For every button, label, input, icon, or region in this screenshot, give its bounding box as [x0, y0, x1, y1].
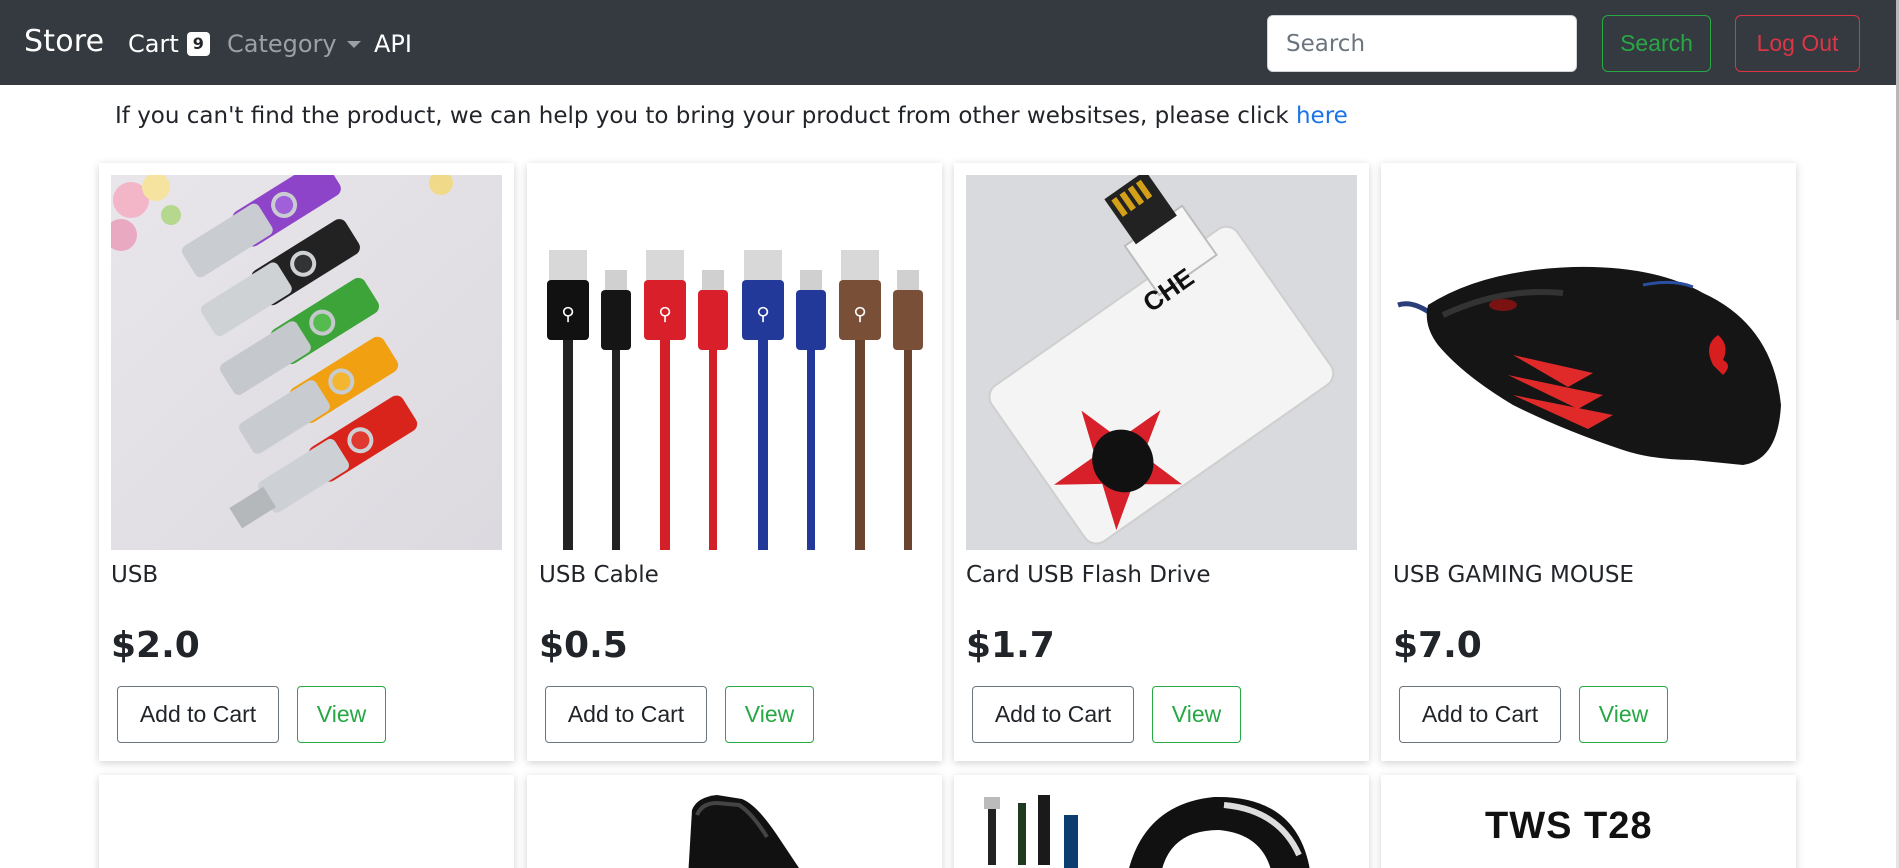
product-card-row2-4: TWS T28 [1381, 775, 1796, 868]
product-price: $1.7 [966, 625, 1055, 666]
navbar: Store Cart 9 Category API Search Log Out [0, 0, 1896, 85]
product-card-usb: USB $2.0 Add to Cart View [99, 163, 514, 761]
product-title[interactable]: Card USB Flash Drive [966, 562, 1211, 588]
product-price: $2.0 [111, 625, 200, 666]
svg-text:⚲: ⚲ [561, 304, 574, 325]
brand-link[interactable]: Store [24, 24, 104, 59]
product-card-usb-gaming-mouse: USB GAMING MOUSE $7.0 Add to Cart View [1381, 163, 1796, 761]
nav-category-label: Category [227, 30, 337, 58]
logout-button[interactable]: Log Out [1735, 15, 1860, 72]
product-image-row2-2[interactable] [527, 775, 942, 868]
notice-here-link[interactable]: here [1296, 103, 1348, 129]
add-to-cart-button[interactable]: Add to Cart [545, 686, 707, 743]
product-card-row2-3 [954, 775, 1369, 868]
request-product-notice: If you can't find the product, we can he… [115, 103, 1348, 129]
card-flash-drive-image[interactable]: CHE [966, 175, 1357, 550]
add-to-cart-button[interactable]: Add to Cart [1399, 686, 1561, 743]
nav-cart-label: Cart [128, 30, 179, 58]
view-button[interactable]: View [1152, 686, 1241, 743]
view-button[interactable]: View [1579, 686, 1668, 743]
add-to-cart-button[interactable]: Add to Cart [117, 686, 279, 743]
gaming-mouse-image[interactable] [1393, 175, 1784, 550]
search-button[interactable]: Search [1602, 15, 1711, 72]
notice-text: If you can't find the product, we can he… [115, 103, 1296, 129]
view-button[interactable]: View [297, 686, 386, 743]
cart-count-badge: 9 [186, 32, 210, 56]
product-title[interactable]: USB Cable [539, 562, 659, 588]
caret-down-icon [346, 40, 361, 48]
add-to-cart-button[interactable]: Add to Cart [972, 686, 1134, 743]
search-input[interactable] [1267, 15, 1577, 72]
product-card-row2-1 [99, 775, 514, 868]
product-image-row2-3[interactable] [954, 775, 1369, 868]
nav-category-dropdown[interactable]: Category [227, 30, 361, 58]
product-card-card-usb-flash-drive: CHE Card USB Flash Drive $1.7 Add to Car… [954, 163, 1369, 761]
svg-text:⚲: ⚲ [756, 304, 769, 325]
product-image-row2-1[interactable] [99, 775, 514, 868]
view-button[interactable]: View [725, 686, 814, 743]
product-price: $0.5 [539, 625, 628, 666]
usb-flash-drives-image[interactable] [111, 175, 502, 550]
product-price: $7.0 [1393, 625, 1482, 666]
product-card-row2-2 [527, 775, 942, 868]
product-title[interactable]: USB [111, 562, 158, 588]
product-card-usb-cable: ⚲ ⚲ ⚲ ⚲ USB Cable $0.5 Add to Cart View [527, 163, 942, 761]
nav-api-link[interactable]: API [374, 30, 412, 58]
usb-cables-image[interactable]: ⚲ ⚲ ⚲ ⚲ [539, 175, 930, 550]
tws-t28-image-text: TWS T28 [1485, 805, 1653, 847]
nav-cart-link[interactable]: Cart 9 [128, 30, 210, 58]
svg-text:⚲: ⚲ [658, 304, 671, 325]
svg-text:⚲: ⚲ [853, 304, 866, 325]
product-title[interactable]: USB GAMING MOUSE [1393, 562, 1634, 588]
